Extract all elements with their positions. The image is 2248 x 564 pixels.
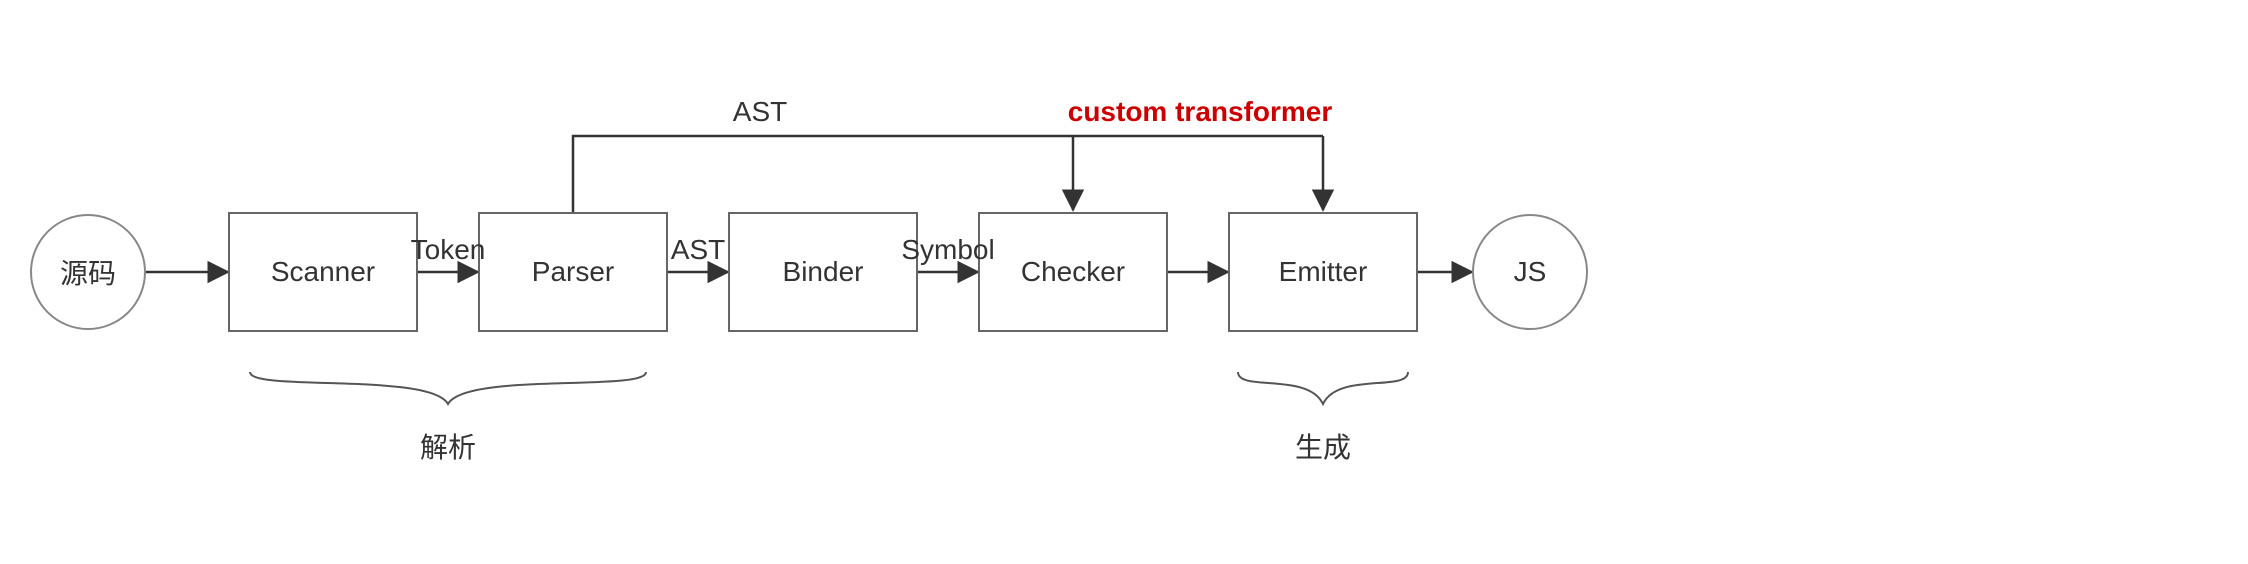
node-emitter: Emitter — [1228, 212, 1418, 332]
top-label-custom-transformer: custom transformer — [1068, 96, 1333, 128]
node-scanner: Scanner — [228, 212, 418, 332]
node-checker: Checker — [978, 212, 1168, 332]
node-parser-label: Parser — [532, 256, 614, 288]
node-source: 源码 — [30, 214, 146, 330]
edge-label-token: Token — [411, 234, 486, 266]
top-label-ast: AST — [733, 96, 787, 128]
brace-parse — [250, 372, 646, 404]
edge-label-symbol: Symbol — [901, 234, 994, 266]
node-binder: Binder — [728, 212, 918, 332]
edge-top-bus — [573, 136, 1323, 212]
group-emit-label: 生成 — [1295, 426, 1351, 466]
node-js: JS — [1472, 214, 1588, 330]
node-parser: Parser — [478, 212, 668, 332]
brace-emit — [1238, 372, 1408, 404]
node-emitter-label: Emitter — [1279, 256, 1368, 288]
node-scanner-label: Scanner — [271, 256, 375, 288]
node-checker-label: Checker — [1021, 256, 1125, 288]
diagram-stage: 源码 Scanner Parser Binder Checker Emitter… — [0, 0, 2248, 564]
node-js-label: JS — [1514, 256, 1547, 288]
node-binder-label: Binder — [783, 256, 864, 288]
edge-label-ast: AST — [671, 234, 725, 266]
node-source-label: 源码 — [60, 252, 116, 292]
group-parse-label: 解析 — [420, 426, 476, 466]
